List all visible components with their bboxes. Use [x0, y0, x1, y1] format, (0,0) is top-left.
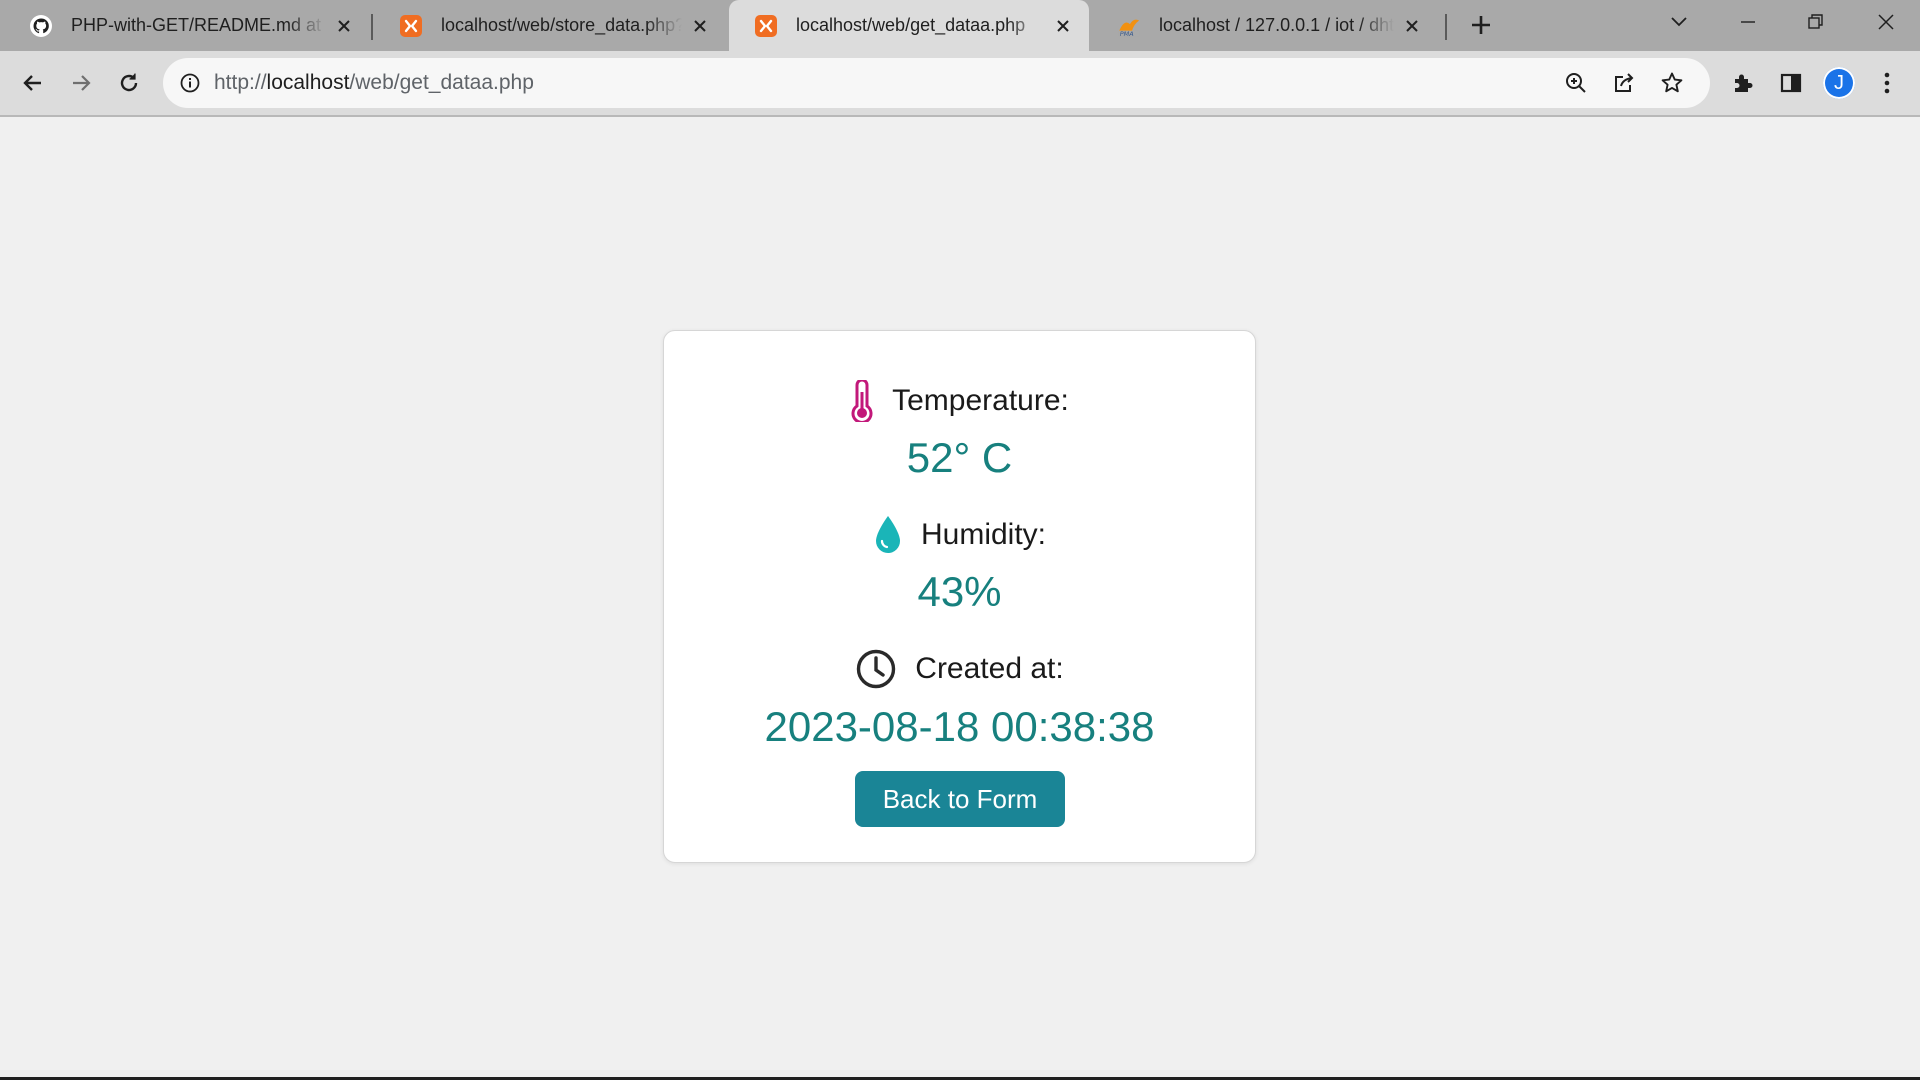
tab-title: localhost / 127.0.0.1 / iot / dht_se — [1159, 15, 1394, 35]
temperature-value: 52° C — [906, 434, 1013, 481]
menu-button[interactable] — [1869, 65, 1905, 101]
tab-title: localhost/web/get_dataa.php — [796, 15, 1026, 35]
more-vertical-icon — [1884, 72, 1890, 94]
url-scheme: http:// — [214, 71, 267, 94]
tab-title: PHP-with-GET/README.md at m — [71, 15, 326, 35]
temperature-label: Temperature: — [892, 384, 1069, 417]
tab-strip: PHP-with-GET/README.md at m localhost/we… — [0, 0, 1920, 51]
tab-title: localhost/web/store_data.php?te — [441, 15, 682, 35]
plus-icon — [1472, 16, 1490, 34]
browser-toolbar: http://localhost/web/get_dataa.php J — [0, 51, 1920, 117]
restore-button[interactable] — [1788, 0, 1844, 44]
extensions-button[interactable] — [1725, 65, 1761, 101]
github-icon — [29, 14, 53, 38]
bookmark-button[interactable] — [1658, 69, 1686, 97]
svg-text:PMA: PMA — [1120, 30, 1134, 38]
side-panel-button[interactable] — [1773, 65, 1809, 101]
share-icon — [1615, 73, 1634, 92]
close-icon[interactable] — [1402, 16, 1422, 36]
humidity-value: 43% — [917, 568, 1002, 615]
back-nav-button[interactable] — [15, 65, 51, 101]
created-label-row: Created at: — [664, 647, 1255, 691]
info-icon[interactable] — [179, 72, 201, 94]
thermometer-icon — [850, 380, 874, 422]
tab-separator — [371, 14, 373, 40]
water-drop-icon — [873, 514, 903, 556]
close-icon[interactable] — [690, 16, 710, 36]
clock-icon — [855, 648, 897, 690]
tab-phpmyadmin[interactable]: PMA localhost / 127.0.0.1 / iot / dht_se — [1092, 0, 1438, 51]
xampp-icon — [399, 14, 423, 38]
close-icon — [1878, 14, 1894, 30]
minimize-button[interactable] — [1720, 0, 1776, 44]
reload-icon — [120, 73, 138, 92]
close-icon[interactable] — [1053, 16, 1073, 36]
zoom-icon — [1566, 73, 1586, 93]
tab-search-button[interactable] — [1651, 0, 1707, 44]
zoom-button[interactable] — [1562, 69, 1590, 97]
close-icon[interactable] — [334, 16, 354, 36]
arrow-left-icon — [23, 75, 41, 91]
created-value: 2023-08-18 00:38:38 — [764, 703, 1155, 750]
tab-store-data[interactable]: localhost/web/store_data.php?te — [374, 0, 726, 51]
sensor-reading-card: Temperature: 52° C Humidity: 43% Created… — [663, 330, 1256, 863]
humidity-label-row: Humidity: — [664, 513, 1255, 557]
puzzle-icon — [1735, 74, 1753, 92]
reload-button[interactable] — [111, 65, 147, 101]
side-panel-icon — [1780, 73, 1802, 93]
created-label: Created at: — [915, 652, 1064, 685]
new-tab-button[interactable] — [1466, 10, 1496, 40]
tab-separator — [1445, 14, 1447, 40]
tab-get-dataa[interactable]: localhost/web/get_dataa.php — [729, 0, 1089, 51]
avatar: J — [1823, 67, 1855, 99]
phpmyadmin-icon: PMA — [1117, 14, 1141, 38]
close-window-button[interactable] — [1858, 0, 1914, 44]
temperature-label-row: Temperature: — [664, 379, 1255, 423]
share-button[interactable] — [1610, 69, 1638, 97]
url-path: /web/get_dataa.php — [349, 71, 534, 94]
url-text[interactable]: http://localhost/web/get_dataa.php — [214, 71, 534, 95]
restore-icon — [1808, 14, 1823, 29]
chevron-down-icon — [1671, 17, 1687, 27]
humidity-label: Humidity: — [920, 518, 1047, 551]
xampp-icon — [754, 14, 778, 38]
url-host: localhost — [266, 71, 350, 94]
back-to-form-button[interactable]: Back to Form — [855, 771, 1065, 827]
minimize-icon — [1741, 21, 1755, 23]
forward-nav-button[interactable] — [63, 65, 99, 101]
profile-button[interactable]: J — [1821, 65, 1857, 101]
address-bar[interactable]: http://localhost/web/get_dataa.php — [163, 58, 1710, 108]
arrow-right-icon — [73, 75, 91, 91]
tab-github-readme[interactable]: PHP-with-GET/README.md at m — [4, 0, 370, 51]
star-icon — [1661, 72, 1683, 93]
